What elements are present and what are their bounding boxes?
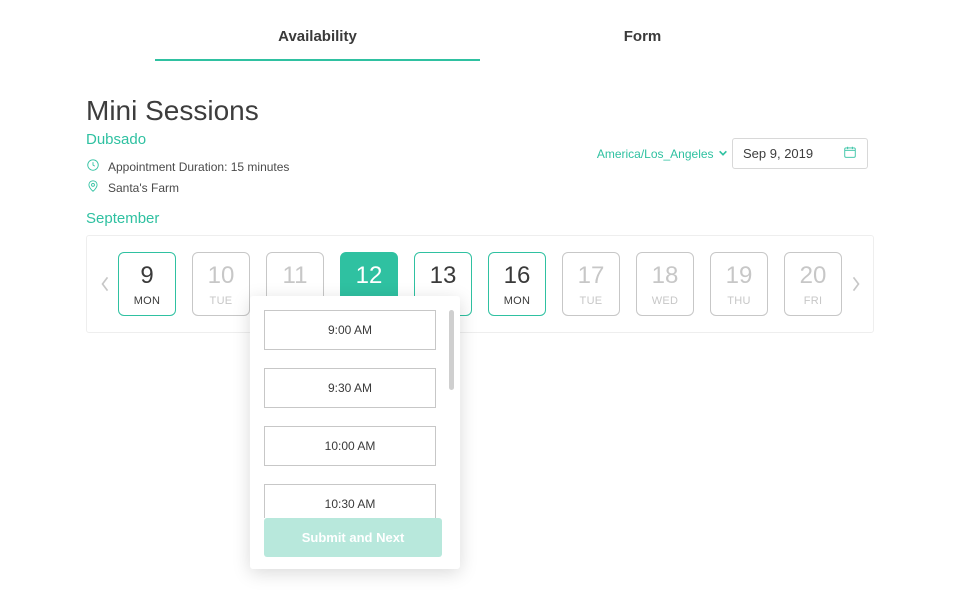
- day-18: 18 WED: [636, 252, 694, 316]
- day-number: 12: [341, 263, 397, 289]
- clock-icon: [86, 158, 100, 175]
- time-slot[interactable]: 10:30 AM: [264, 484, 436, 518]
- day-of-week: FRI: [785, 295, 841, 307]
- day-number: 10: [193, 263, 249, 289]
- day-number: 17: [563, 263, 619, 289]
- time-slot[interactable]: 9:00 AM: [264, 310, 436, 350]
- tab-availability[interactable]: Availability: [155, 8, 480, 61]
- time-slots-list: 9:00 AM 9:30 AM 10:00 AM 10:30 AM: [264, 310, 442, 518]
- calendar-icon: [843, 145, 857, 162]
- day-number: 13: [415, 263, 471, 289]
- day-number: 9: [119, 263, 175, 289]
- chevron-down-icon: [718, 147, 728, 161]
- day-of-week: MON: [119, 295, 175, 307]
- month-label: September: [86, 210, 874, 227]
- time-slots-panel: 9:00 AM 9:30 AM 10:00 AM 10:30 AM Submit an…: [250, 296, 460, 569]
- date-display: Sep 9, 2019: [743, 146, 813, 161]
- date-carousel: 9MON10TUE11WED12THU13FRI16MON17TUE18WED1…: [86, 235, 874, 333]
- day-of-week: WED: [637, 295, 693, 307]
- day-of-week: MON: [489, 295, 545, 307]
- duration-text: Appointment Duration: 15 minutes: [108, 160, 289, 174]
- day-20: 20 FRI: [784, 252, 842, 316]
- carousel-next[interactable]: [846, 275, 865, 293]
- day-number: 20: [785, 263, 841, 289]
- date-picker[interactable]: Sep 9, 2019: [732, 138, 868, 169]
- day-9[interactable]: 9 MON: [118, 252, 176, 316]
- location-line: Santa's Farm: [86, 179, 874, 196]
- location-pin-icon: [86, 179, 100, 196]
- day-number: 16: [489, 263, 545, 289]
- scrollbar-thumb[interactable]: [449, 310, 454, 390]
- day-of-week: THU: [711, 295, 767, 307]
- main-content: Mini Sessions Dubsado Appointment Durati…: [0, 95, 960, 333]
- time-slot[interactable]: 9:30 AM: [264, 368, 436, 408]
- day-of-week: TUE: [193, 295, 249, 307]
- day-16[interactable]: 16 MON: [488, 252, 546, 316]
- page-title: Mini Sessions: [86, 95, 874, 127]
- carousel-prev[interactable]: [95, 275, 114, 293]
- day-of-week: TUE: [563, 295, 619, 307]
- timezone-selector[interactable]: America/Los_Angeles: [597, 147, 728, 161]
- day-list: 9MON10TUE11WED12THU13FRI16MON17TUE18WED1…: [114, 252, 846, 316]
- timezone-and-date: America/Los_Angeles Sep 9, 2019: [597, 134, 868, 169]
- submit-and-next-button[interactable]: Submit and Next: [264, 518, 442, 557]
- tab-form[interactable]: Form: [480, 8, 805, 61]
- day-17: 17 TUE: [562, 252, 620, 316]
- day-number: 18: [637, 263, 693, 289]
- time-slot[interactable]: 10:00 AM: [264, 426, 436, 466]
- tabs: Availability Form: [0, 8, 960, 61]
- day-10: 10 TUE: [192, 252, 250, 316]
- day-number: 11: [267, 263, 323, 289]
- location-text: Santa's Farm: [108, 181, 179, 195]
- day-number: 19: [711, 263, 767, 289]
- timezone-label: America/Los_Angeles: [597, 147, 714, 161]
- day-19: 19 THU: [710, 252, 768, 316]
